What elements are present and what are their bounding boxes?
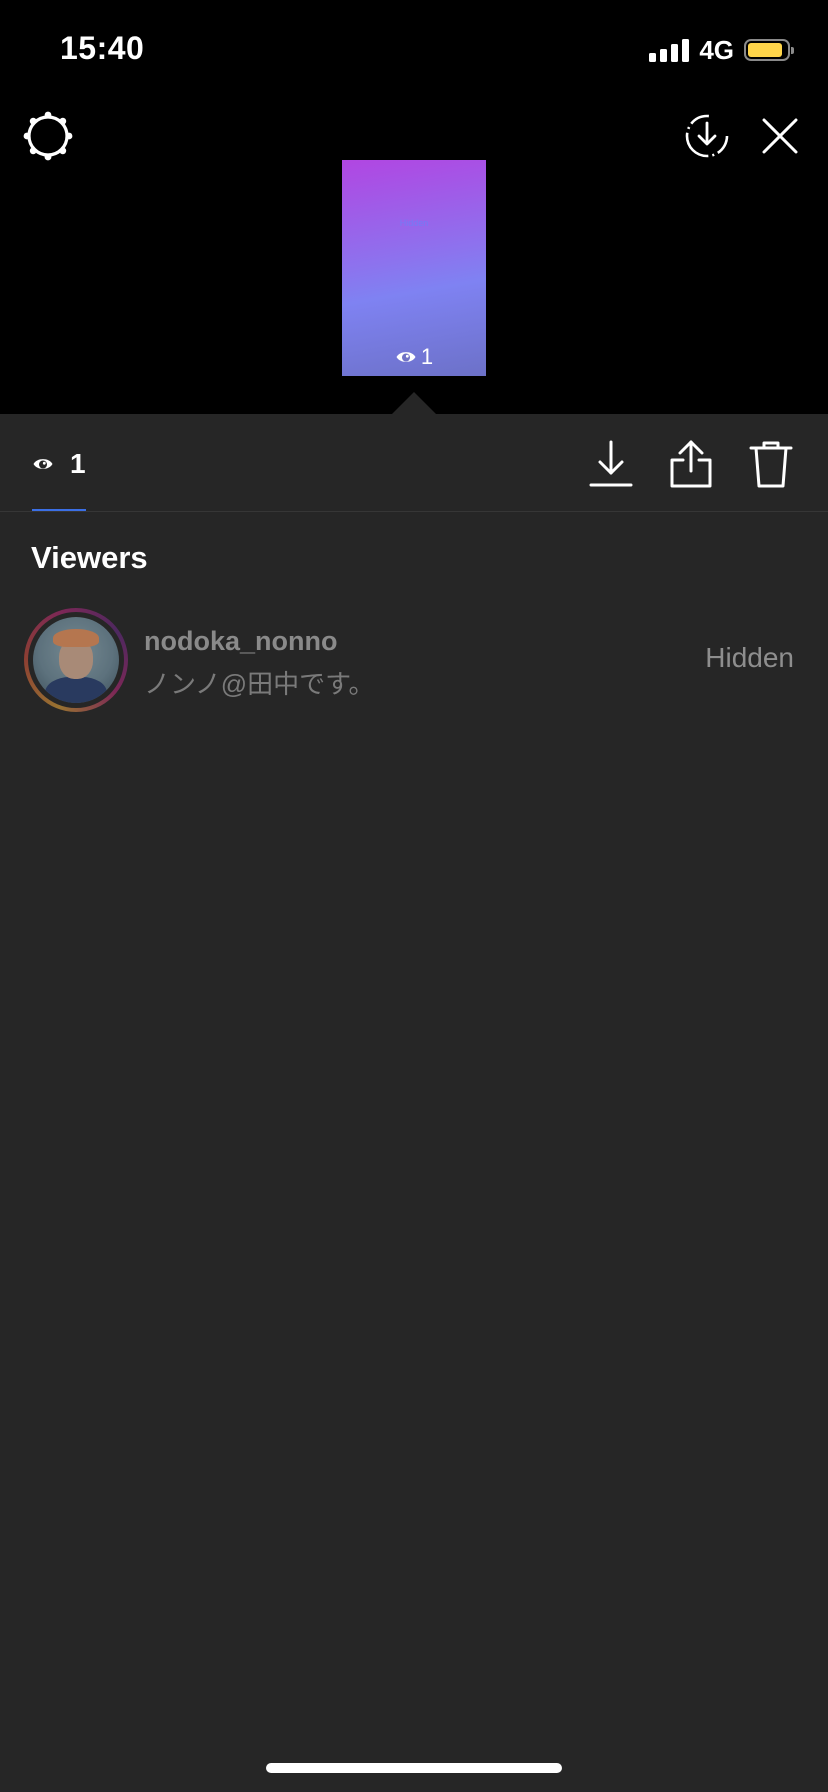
save-download-dashed-icon (685, 114, 729, 158)
battery-icon (744, 39, 794, 61)
status-bar: 15:40 4G (0, 0, 828, 96)
viewer-list-item[interactable]: nodoka_nonno ノンノ@田中です。 Hidden (0, 604, 828, 716)
close-button[interactable] (758, 114, 802, 158)
viewer-status-label: Hidden (705, 642, 794, 673)
eye-icon (396, 352, 416, 362)
story-thumbnail[interactable]: Hidden 1 (342, 160, 486, 376)
settings-gear-icon (23, 111, 73, 161)
story-thumbnail-views: 1 (342, 344, 486, 370)
share-button[interactable] (665, 438, 717, 490)
avatar[interactable] (33, 617, 119, 703)
viewers-heading: Viewers (31, 540, 148, 575)
selection-pointer (392, 392, 436, 414)
download-icon (589, 440, 633, 487)
eye-icon (33, 459, 53, 469)
viewer-username[interactable]: nodoka_nonno (144, 626, 337, 657)
active-tab-indicator (32, 509, 86, 511)
save-story-button[interactable] (683, 112, 731, 160)
story-thumbnail-caption: Hidden (399, 218, 429, 228)
close-icon (762, 118, 798, 154)
share-icon (670, 440, 712, 488)
viewers-tab[interactable]: 1 (32, 448, 86, 480)
story-thumbnail-view-count: 1 (420, 344, 434, 369)
home-indicator (266, 1763, 562, 1773)
story-insights-toolbar: 1 (0, 414, 828, 512)
status-indicators: 4G (649, 34, 794, 65)
story-archive-header: 15:40 4G Hidden 1 (0, 0, 828, 414)
status-time: 15:40 (60, 30, 145, 66)
network-type: 4G (699, 34, 734, 65)
settings-button[interactable] (22, 110, 74, 162)
viewer-full-name: ノンノ@田中です。 (144, 669, 375, 699)
delete-button[interactable] (745, 438, 797, 490)
cellular-signal-icon (649, 38, 690, 62)
view-count: 1 (70, 448, 86, 479)
trash-icon (749, 441, 793, 488)
download-button[interactable] (585, 438, 637, 490)
